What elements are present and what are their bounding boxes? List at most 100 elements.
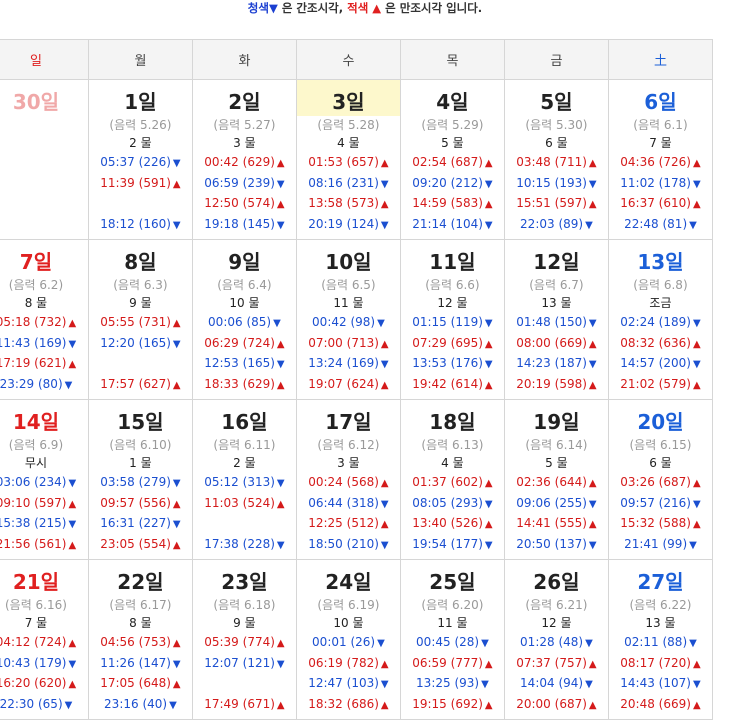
tide-phase: 3 물 xyxy=(233,136,256,150)
high-tide-time: 19:07 (624) ▲ xyxy=(297,374,400,395)
calendar-day-cell[interactable]: 3일 (음력 5.28) 4 물 01:53 (657) ▲ 08:16 (231) ▼ 13… xyxy=(295,79,401,240)
low-tide-time: 00:45 (28) ▼ xyxy=(401,632,504,653)
tide-time-text: 02:36 (644) xyxy=(516,475,587,489)
tide-time-text: 20:50 (137) xyxy=(516,536,587,551)
tide-time-text: 19:18 (145) xyxy=(204,216,275,231)
calendar-day-cell[interactable]: 6일 (음력 6.1) 7 물 04:36 (726) ▲ 11:02 (178) ▼ 16:… xyxy=(607,79,714,240)
low-arrow-icon: ▼ xyxy=(276,178,285,190)
low-arrow-icon: ▼ xyxy=(588,178,597,190)
day-number: 16일 xyxy=(221,410,268,434)
tide-time-text: 18:12 (160) xyxy=(100,216,171,231)
tide-time-text: 08:32 (636) xyxy=(620,335,691,350)
calendar-day-cell[interactable]: 17일 (음력 6.12) 3 물 00:24 (568) ▲ 06:44 (318) ▼ 1… xyxy=(295,399,401,560)
high-arrow-icon: ▲ xyxy=(588,478,597,489)
tide-phase: 무시 xyxy=(24,456,47,470)
high-tide-time: 17:57 (627) ▲ xyxy=(89,374,192,395)
lunar-date: (음력 6.2) xyxy=(8,278,64,292)
tide-time-text: 09:06 (255) xyxy=(516,495,587,510)
low-tide-time: 22:30 (65) ▼ xyxy=(0,694,88,715)
tide-time-text: 23:29 (80) xyxy=(0,376,63,391)
calendar-day-cell[interactable]: 8일 (음력 6.3) 9 물 05:55 (731) ▲ 12:20 (165) ▼ 17:… xyxy=(87,239,193,400)
high-arrow-icon: ▲ xyxy=(380,379,389,391)
calendar-day-cell[interactable]: 2일 (음력 5.27) 3 물 00:42 (629) ▲ 06:59 (239) ▼ 12… xyxy=(191,79,297,240)
high-arrow-icon: ▲ xyxy=(380,519,389,530)
low-tide-time: 10:15 (193) ▼ xyxy=(505,173,608,194)
low-tide-time: 13:53 (176) ▼ xyxy=(401,353,504,374)
tide-time-text: 16:37 (610) xyxy=(620,196,691,210)
day-number: 5일 xyxy=(540,90,573,114)
calendar-day-cell[interactable]: 1일 (음력 5.26) 2 물 05:37 (226) ▼ 11:39 (591) ▲ 18… xyxy=(87,79,193,240)
high-arrow-icon: ▲ xyxy=(588,379,597,391)
calendar-day-cell[interactable]: 20일 (음력 6.15) 6 물 03:26 (687) ▲ 09:57 (216) ▼ 1… xyxy=(607,399,714,560)
tide-time-text: 14:41 (555) xyxy=(516,516,587,530)
tide-phase: 4 물 xyxy=(337,136,360,150)
high-arrow-icon: ▲ xyxy=(588,519,597,530)
high-tide-time: 05:18 (732) ▲ xyxy=(0,312,88,333)
high-arrow-icon: ▲ xyxy=(484,658,493,670)
low-arrow-icon: ▼ xyxy=(276,658,285,670)
low-tide-time: 14:43 (107) ▼ xyxy=(609,673,712,694)
tide-time-text: 03:48 (711) xyxy=(516,155,587,169)
calendar-week-row: 30일 1일 (음력 5.26) 2 물 05:37 (226) ▼ 11:39 (591)… xyxy=(0,79,714,240)
calendar-day-cell[interactable]: 13일 (음력 6.8) 조금 02:24 (189) ▼ 08:32 (636) ▲ 14:… xyxy=(607,239,714,400)
low-tide-time: 18:12 (160) ▼ xyxy=(89,214,192,235)
calendar-day-cell[interactable]: 15일 (음력 6.10) 1 물 03:58 (279) ▼ 09:57 (556) ▲ 1… xyxy=(87,399,193,560)
calendar-day-cell[interactable]: 30일 xyxy=(0,79,89,240)
high-tide-time: 02:36 (644) ▲ xyxy=(505,472,608,493)
low-tide-time: 23:29 (80) ▼ xyxy=(0,374,88,395)
tide-time-text: 12:53 (165) xyxy=(204,356,275,370)
day-number: 8일 xyxy=(124,250,157,274)
low-tide-time: 09:20 (212) ▼ xyxy=(401,173,504,194)
high-arrow-icon: ▲ xyxy=(68,679,77,690)
low-tide-time: 00:42 (98) ▼ xyxy=(297,312,400,333)
low-tide-time: 14:57 (200) ▼ xyxy=(609,353,712,374)
calendar-day-cell[interactable]: 22일 (음력 6.17) 8 물 04:56 (753) ▲ 11:26 (147) ▼ 1… xyxy=(87,559,193,720)
calendar-day-cell[interactable]: 27일 (음력 6.22) 13 물 02:11 (88) ▼ 08:17 (720) ▲ 1… xyxy=(607,559,714,720)
lunar-date: (음력 6.19) xyxy=(317,598,380,612)
high-tide-time: 21:02 (579) ▲ xyxy=(609,374,712,395)
day-number: 21일 xyxy=(12,570,60,594)
calendar-day-cell[interactable]: 23일 (음력 6.18) 9 물 05:39 (774) ▲ 12:07 (121) ▼ 1… xyxy=(191,559,297,720)
low-tide-time: 02:24 (189) ▼ xyxy=(609,312,712,333)
low-arrow-icon: ▼ xyxy=(588,539,597,551)
calendar-day-cell[interactable]: 7일 (음력 6.2) 8 물 05:18 (732) ▲ 11:43 (169) ▼ 17:… xyxy=(0,239,89,400)
calendar-day-cell[interactable]: 4일 (음력 5.29) 5 물 02:54 (687) ▲ 09:20 (212) ▼ 14… xyxy=(399,79,505,240)
tide-time-text: 20:19 (598) xyxy=(516,376,587,391)
low-tide-time: 06:59 (239) ▼ xyxy=(193,173,296,194)
day-number: 17일 xyxy=(325,410,372,434)
high-tide-time: 16:37 (610) ▲ xyxy=(609,193,712,214)
calendar-day-cell[interactable]: 9일 (음력 6.4) 10 물 00:06 (85) ▼ 06:29 (724) ▲ 12:… xyxy=(191,239,297,400)
low-tide-time: 09:57 (216) ▼ xyxy=(609,493,712,514)
low-tide-time: 16:31 (227) ▼ xyxy=(89,513,192,534)
low-arrow-icon: ▼ xyxy=(273,318,281,329)
day-number: 20일 xyxy=(637,410,684,434)
calendar-day-cell[interactable]: 25일 (음력 6.20) 11 물 00:45 (28) ▼ 06:59 (777) ▲ 1… xyxy=(399,559,505,720)
low-arrow-icon: ▼ xyxy=(377,638,385,649)
low-arrow-icon: ▼ xyxy=(169,699,177,711)
calendar-day-cell[interactable]: 12일 (음력 6.7) 13 물 01:48 (150) ▼ 08:00 (669) ▲ 1… xyxy=(503,239,609,400)
lunar-date: (음력 6.22) xyxy=(629,598,692,612)
calendar-day-cell[interactable]: 26일 (음력 6.21) 12 물 01:28 (48) ▼ 07:37 (757) ▲ 1… xyxy=(503,559,609,720)
weekday-fri: 금 xyxy=(503,39,609,80)
calendar-day-cell[interactable]: 19일 (음력 6.14) 5 물 02:36 (644) ▲ 09:06 (255) ▼ 1… xyxy=(503,399,609,560)
low-tide-time: 01:28 (48) ▼ xyxy=(505,632,608,653)
calendar-day-cell[interactable]: 24일 (음력 6.19) 10 물 00:01 (26) ▼ 06:19 (782) ▲ 1… xyxy=(295,559,401,720)
calendar-day-cell[interactable]: 11일 (음력 6.6) 12 물 01:15 (119) ▼ 07:29 (695) ▲ 1… xyxy=(399,239,505,400)
calendar-day-cell[interactable]: 14일 (음력 6.9) 무시 03:06 (234) ▼ 09:10 (597) ▲ 15:… xyxy=(0,399,89,560)
high-arrow-icon: ▲ xyxy=(276,498,285,510)
calendar-day-cell[interactable]: 21일 (음력 6.16) 7 물 04:12 (724) ▲ 10:43 (179) ▼ 1… xyxy=(0,559,89,720)
weekday-wed: 수 xyxy=(295,39,401,80)
lunar-date: (음력 6.3) xyxy=(113,278,168,292)
calendar-day-cell[interactable]: 18일 (음력 6.13) 4 물 01:37 (602) ▲ 08:05 (293) ▼ 1… xyxy=(399,399,505,560)
tide-time-text: 13:24 (169) xyxy=(308,356,379,370)
high-tide-time: 03:26 (687) ▲ xyxy=(609,472,712,493)
calendar-day-cell[interactable]: 16일 (음력 6.11) 2 물 05:12 (313) ▼ 11:03 (524) ▲ 1… xyxy=(191,399,297,560)
high-tide-time: 04:36 (726) ▲ xyxy=(609,152,712,173)
low-tide-time: 12:07 (121) ▼ xyxy=(193,653,296,674)
calendar-day-cell[interactable]: 10일 (음력 6.5) 11 물 00:42 (98) ▼ 07:00 (713) ▲ 13… xyxy=(295,239,401,400)
tide-time-text: 11:43 (169) xyxy=(0,335,67,350)
calendar-day-cell[interactable]: 5일 (음력 5.30) 6 물 03:48 (711) ▲ 10:15 (193) ▼ 15… xyxy=(503,79,609,240)
high-arrow-icon: ▲ xyxy=(380,338,389,350)
tide-calendar: 일 월 화 수 목 금 土 30일 1일 (음력 5.26) 2 물 05:37 (22… xyxy=(0,39,714,720)
high-arrow-icon: ▲ xyxy=(484,519,493,530)
